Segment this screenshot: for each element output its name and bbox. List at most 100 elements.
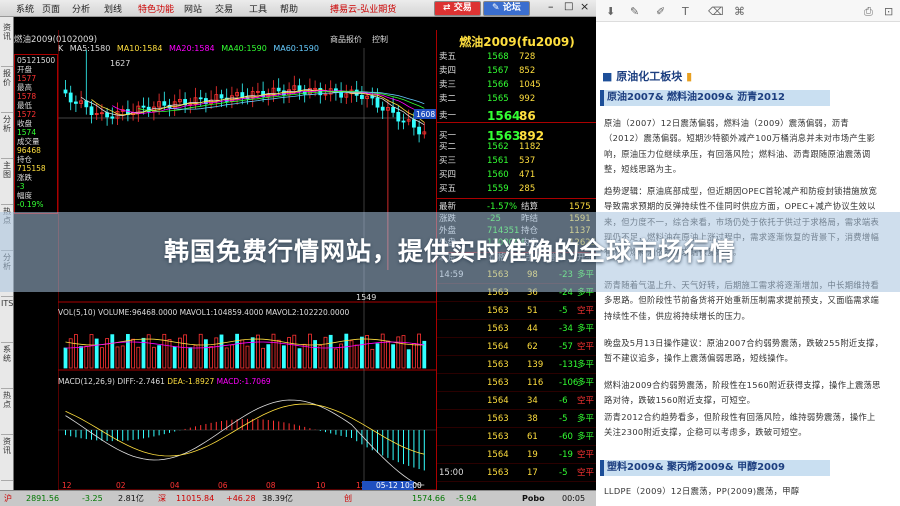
para-bitumen: 沥青2012合约趋势看多，但阶段性有回落风险，维持弱势震荡，操作上关注2300附…	[604, 412, 876, 438]
volume-bar	[120, 345, 125, 369]
pin-icon[interactable]: ⊡	[884, 5, 893, 18]
volume-bar	[401, 335, 406, 369]
erase-icon[interactable]: ⌫	[708, 5, 724, 18]
candle-body	[391, 107, 396, 113]
menu-system[interactable]: 系统	[16, 2, 34, 15]
status-sz-index: 11015.84	[176, 494, 215, 503]
download-icon[interactable]: ⬇	[606, 5, 615, 18]
tick-price: 1563	[487, 306, 509, 316]
volume-bar	[411, 343, 416, 369]
side-tab[interactable]: 系统	[1, 345, 13, 389]
ask-price: 1566	[487, 80, 509, 90]
volume-bar	[146, 334, 151, 369]
banner-text: 韩国免费行情网站，提供实时准确的全球市场行情	[163, 237, 736, 266]
menu-page[interactable]: 页面	[42, 2, 60, 15]
candle-body	[396, 111, 401, 122]
tick-row: 15:00 1563 17 -5 空平	[437, 464, 596, 482]
candle-body	[198, 97, 203, 100]
chart-icon: ▮	[686, 70, 693, 83]
save-icon[interactable]: ⎙	[864, 5, 873, 19]
volume-bar	[365, 335, 370, 369]
draw-icon[interactable]: ✐	[656, 5, 665, 18]
volume-bar	[281, 345, 286, 369]
para-plastics: LLDPE（2009）12日震荡，PP(2009)震荡，甲醇	[604, 486, 800, 496]
tick-price: 1563	[487, 432, 509, 442]
x-tick-label: 02	[116, 481, 126, 490]
tick-side: 空平	[577, 468, 595, 478]
menu-website[interactable]: 网站	[184, 2, 202, 15]
side-tab[interactable]: 主图	[1, 161, 13, 205]
volume-bar	[157, 345, 161, 369]
bid-row: 买五 1559 285	[437, 184, 596, 195]
close-icon[interactable]: ×	[580, 0, 589, 13]
bid-level: 买五	[439, 184, 457, 194]
tick-row: 1564 62 -57 空平	[437, 338, 596, 356]
highlight-icon[interactable]: ✎	[630, 5, 639, 18]
text-icon[interactable]: T	[682, 5, 689, 18]
status-brand: Pobo	[522, 494, 545, 503]
bar-info-panel: 05121500 开盘 1577 最高 1578 最低 1572 收盘 1574 成交量 96468…	[14, 54, 58, 214]
volume-bar	[396, 336, 401, 369]
side-tab[interactable]: 热点	[1, 391, 13, 435]
bid-volume: 1182	[519, 142, 541, 152]
volume-bar	[271, 333, 276, 369]
volume-bar	[172, 346, 177, 369]
tick-row: 1563 116 -106 多平	[437, 374, 596, 392]
menu-bar: 系统 页面 分析 划线 特色功能 网站 交易 工具 帮助 搏易云-弘业期货 ⇄ …	[0, 0, 596, 17]
ask-level: 卖二	[439, 94, 457, 104]
x-tick-label: 10	[316, 481, 326, 490]
menu-help[interactable]: 帮助	[280, 2, 298, 15]
status-sz-amount: 38.39亿	[262, 494, 293, 503]
ask-volume: 852	[519, 66, 536, 76]
tick-price: 1564	[487, 450, 509, 460]
side-tab[interactable]: 资讯	[1, 437, 13, 481]
volume-bar	[209, 346, 214, 369]
volume-bar	[79, 346, 84, 369]
candle-body	[110, 116, 115, 119]
ask-level: 卖四	[439, 66, 457, 76]
side-tab[interactable]: 报价	[1, 69, 13, 113]
tick-price: 1564	[487, 342, 509, 352]
tick-oi-change: -34	[559, 324, 573, 334]
volume-bar	[193, 344, 198, 369]
heading-oil: 原油2007& 燃料油2009& 沥青2012	[600, 90, 830, 106]
candle-body	[63, 89, 68, 94]
tick-oi-change: -5	[559, 414, 568, 424]
menu-analysis[interactable]: 分析	[72, 2, 90, 15]
tick-price: 1563	[487, 414, 509, 424]
menu-draw[interactable]: 划线	[104, 2, 122, 15]
diff-line	[65, 399, 425, 486]
tick-side: 空平	[577, 342, 595, 352]
side-tab[interactable]: 分析	[1, 115, 13, 159]
tick-volume: 61	[527, 432, 538, 442]
candle-body	[162, 101, 167, 106]
trade-button[interactable]: ⇄ 交易	[434, 1, 481, 16]
bar-info-item: 1578	[17, 92, 37, 101]
menu-trade[interactable]: 交易	[215, 2, 233, 15]
forum-icon: ✎	[492, 3, 500, 13]
maximize-icon[interactable]: □	[564, 1, 573, 12]
candle-body	[141, 105, 146, 108]
side-tab[interactable]: 资讯	[1, 23, 13, 67]
volume-bar	[328, 334, 333, 369]
minimize-icon[interactable]: –	[548, 0, 554, 13]
forum-button[interactable]: ✎ 论坛	[483, 1, 530, 16]
volume-bar	[84, 345, 89, 369]
ask-price: 1565	[487, 94, 509, 104]
select-icon[interactable]: ⌘	[734, 5, 745, 18]
menu-tools[interactable]: 工具	[249, 2, 267, 15]
section-title-text: 原油化工板块	[616, 70, 683, 83]
volume-bar	[266, 344, 271, 369]
tick-volume: 17	[527, 468, 538, 478]
bid-volume: 537	[519, 156, 536, 166]
side-tab[interactable]: ITS	[1, 299, 13, 343]
bid-level: 买三	[439, 156, 457, 166]
volume-bar	[333, 348, 338, 369]
bar-info-item: 幅度	[17, 191, 32, 200]
candle-body	[380, 106, 385, 111]
bar-info-item: -0.19%	[17, 200, 44, 209]
bar-info-item: 最高	[17, 83, 32, 92]
tick-volume: 44	[527, 324, 538, 334]
menu-features[interactable]: 特色功能	[138, 2, 174, 15]
forum-button-label: 论坛	[502, 3, 521, 13]
